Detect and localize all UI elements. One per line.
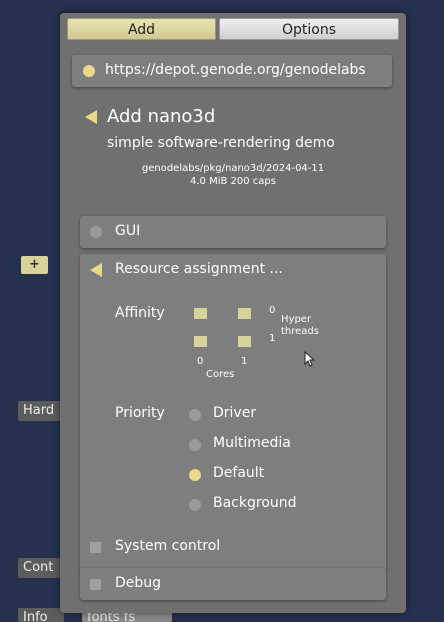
priority-label: Priority xyxy=(115,405,165,421)
back-arrow-icon[interactable] xyxy=(85,110,97,124)
package-path: genodelabs/pkg/nano3d/2024-04-11 xyxy=(141,163,325,174)
core-index-1: 1 xyxy=(241,356,248,367)
info-button[interactable]: Info xyxy=(18,608,64,622)
debug-checkbox[interactable] xyxy=(90,579,101,590)
priority-default-radio[interactable] xyxy=(189,469,201,481)
collapse-arrow-icon[interactable] xyxy=(90,263,102,277)
package-description: simple software-rendering demo xyxy=(107,135,335,151)
affinity-cell-0-0[interactable] xyxy=(194,308,207,319)
affinity-label: Affinity xyxy=(115,305,165,321)
package-size: 4.0 MiB 200 caps xyxy=(190,176,276,187)
affinity-cell-0-1[interactable] xyxy=(194,336,207,347)
affinity-cell-1-1[interactable] xyxy=(238,336,251,347)
priority-default-label: Default xyxy=(213,465,265,481)
add-component-button[interactable]: + xyxy=(21,256,48,274)
package-title: Add nano3d xyxy=(107,106,216,127)
resource-assignment-section: Resource assignment ... Affinity 0 1 Hyp… xyxy=(80,254,386,572)
priority-driver-radio[interactable] xyxy=(189,409,201,421)
depot-url: https://depot.genode.org/genodelabs xyxy=(105,62,366,78)
gui-section[interactable]: GUI xyxy=(80,216,386,248)
radio-icon xyxy=(90,226,102,238)
depot-selector[interactable]: https://depot.genode.org/genodelabs xyxy=(72,55,392,87)
add-component-dialog: Add Options https://depot.genode.org/gen… xyxy=(60,13,406,613)
hyperthreads-label-line1: Hyper xyxy=(281,314,312,325)
gui-label: GUI xyxy=(115,223,141,239)
priority-multimedia-radio[interactable] xyxy=(189,439,201,451)
hardware-button[interactable]: Hard xyxy=(18,401,64,421)
priority-background-radio[interactable] xyxy=(189,499,201,511)
priority-multimedia-label: Multimedia xyxy=(213,435,291,451)
cores-label: Cores xyxy=(206,369,235,380)
tab-add[interactable]: Add xyxy=(67,18,216,40)
affinity-cell-1-0[interactable] xyxy=(238,308,251,319)
priority-driver-label: Driver xyxy=(213,405,257,421)
hyperthreads-label-line2: threads xyxy=(281,326,319,337)
selected-radio-icon xyxy=(83,65,95,77)
debug-section[interactable]: Debug xyxy=(80,568,386,600)
core-index-0: 0 xyxy=(197,356,204,367)
resource-assignment-label: Resource assignment ... xyxy=(115,261,283,277)
control-button[interactable]: Cont xyxy=(18,558,64,578)
tab-options[interactable]: Options xyxy=(219,18,399,40)
hyperthread-index-1: 1 xyxy=(269,333,276,344)
priority-background-label: Background xyxy=(213,495,297,511)
system-control-label: System control xyxy=(115,538,221,554)
mouse-pointer-icon xyxy=(304,351,316,367)
system-control-checkbox[interactable] xyxy=(90,542,101,553)
hyperthread-index-0: 0 xyxy=(269,305,276,316)
debug-label: Debug xyxy=(115,575,162,591)
